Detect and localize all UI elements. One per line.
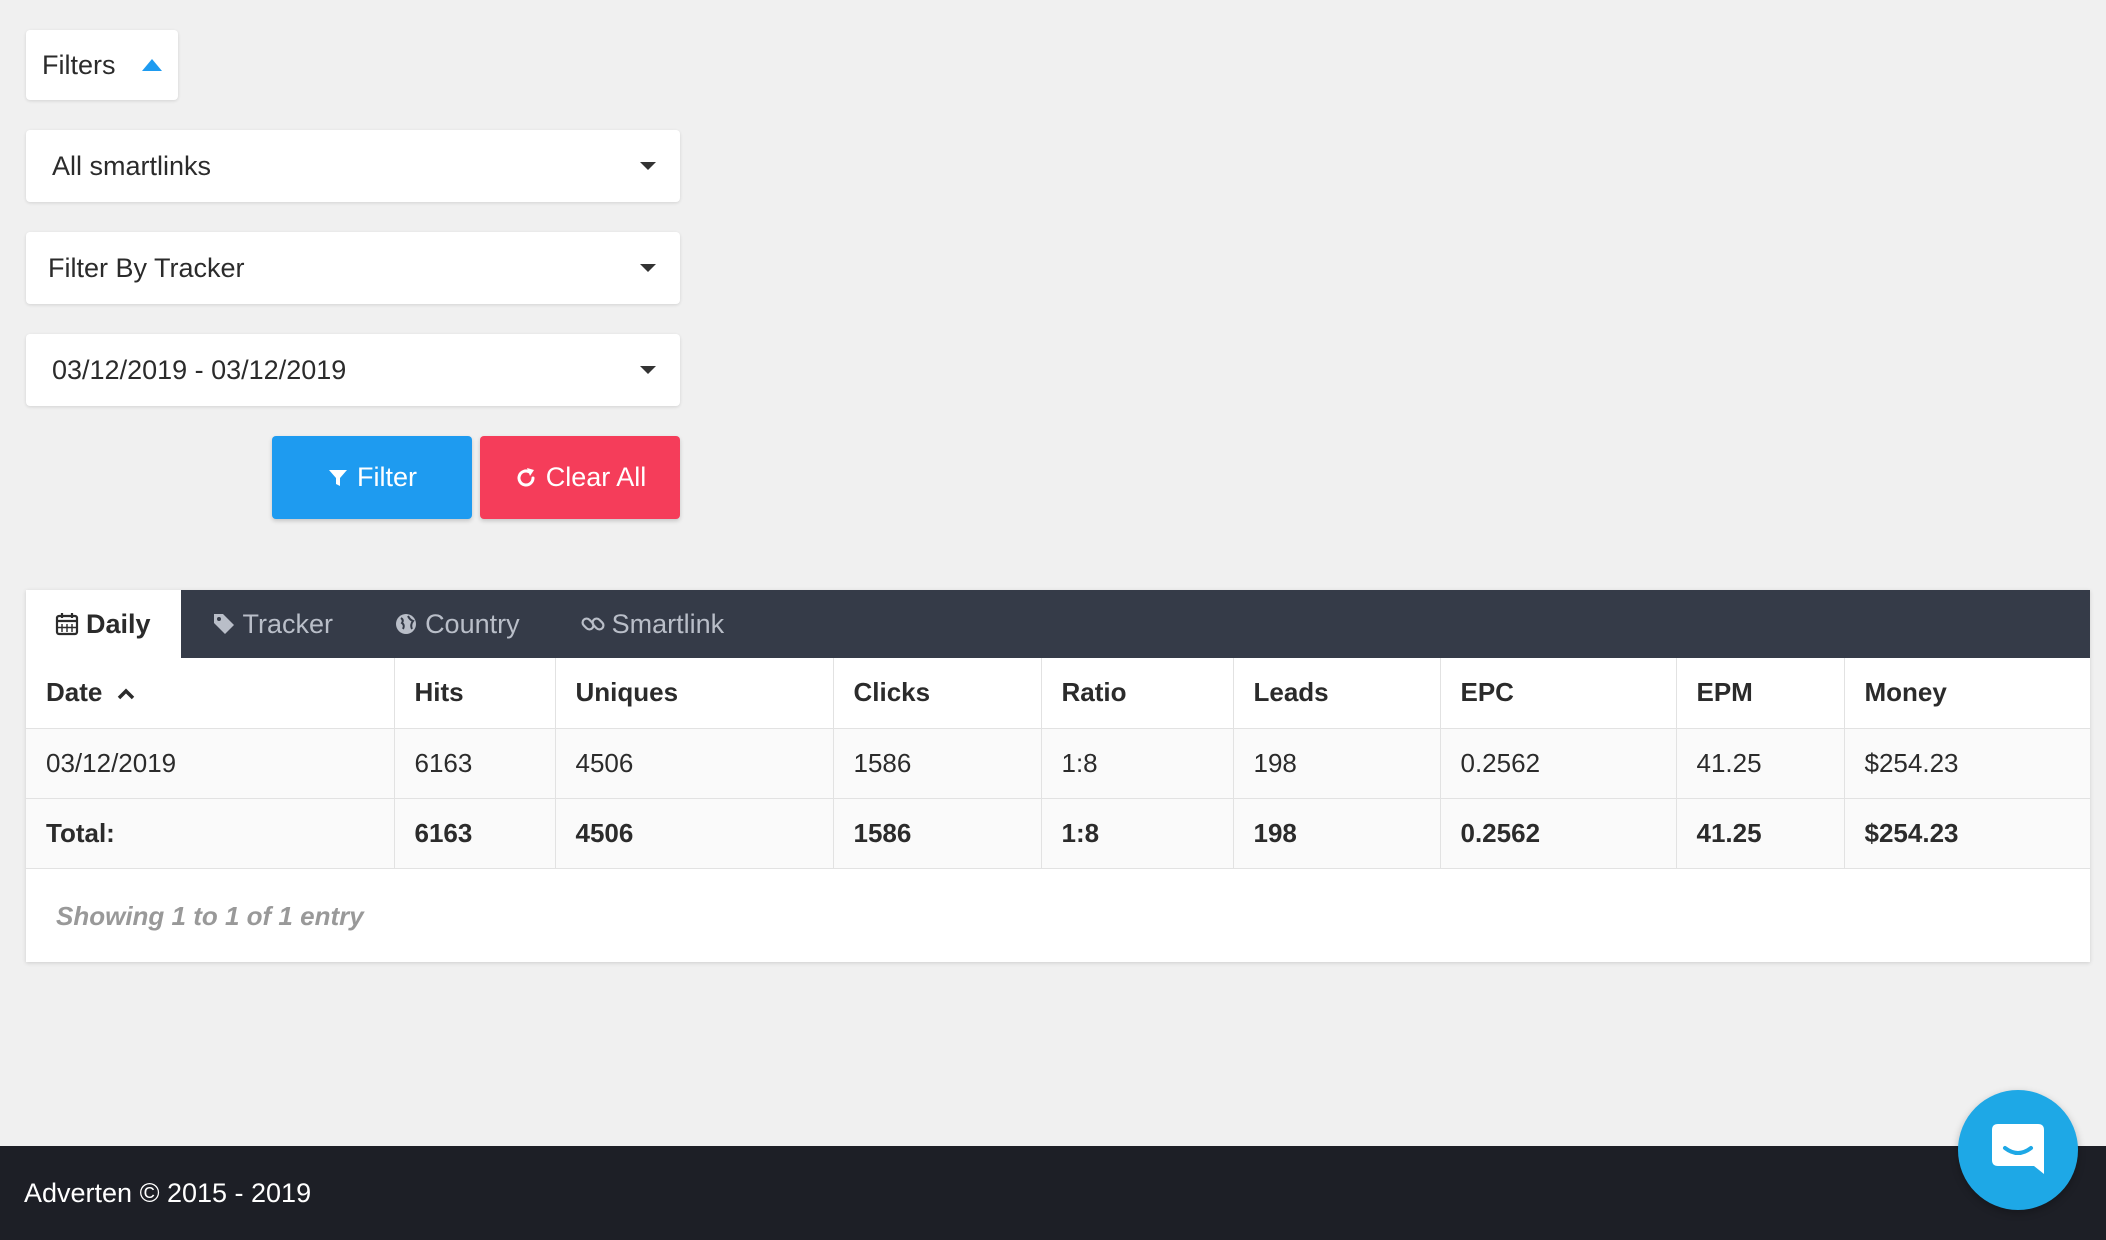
total-leads: 198 bbox=[1233, 798, 1441, 869]
cell-epm: 41.25 bbox=[1676, 728, 1845, 799]
total-hits: 6163 bbox=[394, 798, 556, 869]
chevron-down-icon bbox=[640, 162, 656, 170]
tab-daily-label: Daily bbox=[86, 608, 151, 639]
total-uniques: 4506 bbox=[555, 798, 834, 869]
cell-money: $254.23 bbox=[1844, 728, 2090, 799]
total-label: Total: bbox=[26, 798, 395, 869]
tracker-select[interactable]: Filter By Tracker bbox=[26, 232, 680, 304]
table-row: 03/12/2019 6163 4506 1586 1:8 198 0.2562… bbox=[26, 728, 2090, 799]
column-header-hits[interactable]: Hits bbox=[394, 658, 556, 729]
tab-country[interactable]: Country bbox=[363, 590, 550, 658]
column-header-clicks[interactable]: Clicks bbox=[833, 658, 1042, 729]
filters-toggle-label: Filters bbox=[42, 49, 116, 80]
filter-button-label: Filter bbox=[357, 462, 417, 492]
footer: Adverten © 2015 - 2019 bbox=[0, 1146, 2106, 1240]
smartlinks-select-value: All smartlinks bbox=[52, 150, 212, 181]
date-range-value: 03/12/2019 - 03/12/2019 bbox=[52, 354, 347, 385]
column-header-date[interactable]: Date bbox=[26, 658, 395, 729]
clear-all-button-label: Clear All bbox=[545, 462, 647, 492]
globe-icon bbox=[396, 614, 417, 634]
cell-leads: 198 bbox=[1233, 728, 1441, 799]
chat-icon bbox=[1992, 1124, 2044, 1174]
total-epc: 0.2562 bbox=[1440, 798, 1677, 869]
tab-smartlink-label: Smartlink bbox=[611, 608, 725, 639]
cell-epc: 0.2562 bbox=[1440, 728, 1677, 799]
cell-clicks: 1586 bbox=[833, 728, 1042, 799]
sort-ascending-icon bbox=[117, 688, 134, 700]
page: Filters All smartlinks Filter By Tracker… bbox=[0, 0, 2106, 1240]
total-ratio: 1:8 bbox=[1041, 798, 1234, 869]
tracker-select-value: Filter By Tracker bbox=[48, 252, 245, 283]
caret-up-icon bbox=[141, 59, 162, 71]
column-header-money[interactable]: Money bbox=[1844, 658, 2090, 729]
chevron-down-icon bbox=[640, 366, 656, 374]
filters-toggle[interactable]: Filters bbox=[26, 30, 178, 100]
cell-uniques: 4506 bbox=[555, 728, 834, 799]
tab-daily[interactable]: Daily bbox=[26, 590, 181, 658]
total-money: $254.23 bbox=[1844, 798, 2090, 869]
cell-date: 03/12/2019 bbox=[26, 728, 395, 799]
table-header-row: Date Hits Uniques Clicks Ratio Leads EPC… bbox=[26, 658, 2090, 729]
column-header-uniques[interactable]: Uniques bbox=[555, 658, 834, 729]
total-clicks: 1586 bbox=[833, 798, 1042, 869]
stats-panel: Daily Tracker Country Smartlink Date Hit… bbox=[26, 590, 2090, 962]
chevron-down-icon bbox=[640, 264, 656, 272]
refresh-icon bbox=[517, 467, 535, 486]
tab-smartlink[interactable]: Smartlink bbox=[550, 590, 755, 658]
stats-tabs: Daily Tracker Country Smartlink bbox=[26, 590, 2090, 658]
cell-ratio: 1:8 bbox=[1041, 728, 1234, 799]
stats-table: Date Hits Uniques Clicks Ratio Leads EPC… bbox=[26, 658, 2090, 869]
chat-launcher-button[interactable] bbox=[1958, 1090, 2078, 1210]
clear-all-button[interactable]: Clear All bbox=[480, 436, 680, 519]
filter-button[interactable]: Filter bbox=[272, 436, 472, 519]
link-icon bbox=[581, 617, 605, 631]
column-header-epm[interactable]: EPM bbox=[1676, 658, 1845, 729]
pagination-info: Showing 1 to 1 of 1 entry bbox=[56, 901, 364, 931]
calendar-icon bbox=[55, 613, 79, 636]
tab-tracker[interactable]: Tracker bbox=[181, 590, 364, 658]
column-header-epc[interactable]: EPC bbox=[1440, 658, 1677, 729]
table-total-row: Total: 6163 4506 1586 1:8 198 0.2562 41.… bbox=[26, 798, 2090, 869]
column-header-leads[interactable]: Leads bbox=[1233, 658, 1441, 729]
tab-country-label: Country bbox=[425, 608, 520, 639]
footer-copyright: Adverten © 2015 - 2019 bbox=[24, 1177, 312, 1208]
tab-tracker-label: Tracker bbox=[242, 608, 334, 639]
tag-icon bbox=[213, 614, 234, 634]
smartlinks-select[interactable]: All smartlinks bbox=[26, 130, 680, 202]
cell-hits: 6163 bbox=[394, 728, 556, 799]
column-header-ratio[interactable]: Ratio bbox=[1041, 658, 1234, 729]
total-epm: 41.25 bbox=[1676, 798, 1845, 869]
date-range-picker[interactable]: 03/12/2019 - 03/12/2019 bbox=[26, 334, 680, 406]
funnel-icon bbox=[329, 469, 347, 486]
